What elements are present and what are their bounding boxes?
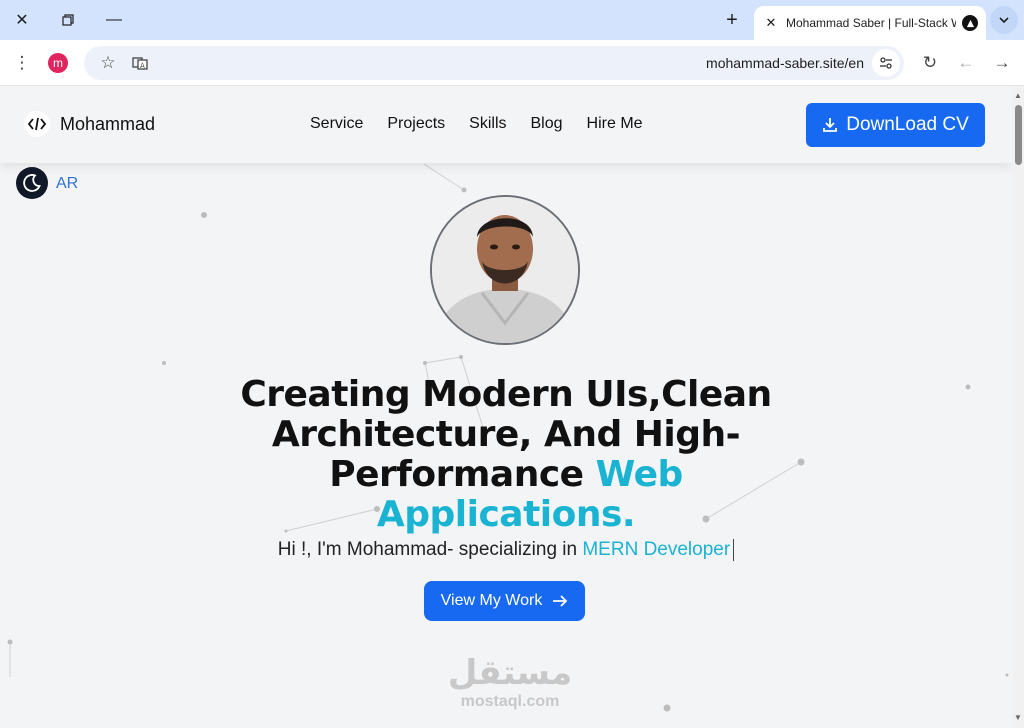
page-scrollbar[interactable]: ▲ ▼ bbox=[1012, 87, 1024, 728]
back-arrow-icon[interactable]: ← bbox=[952, 49, 980, 77]
view-my-work-button[interactable]: View My Work bbox=[424, 581, 585, 621]
window-minimize-icon[interactable]: — bbox=[98, 6, 130, 34]
intro-text: Hi !, I'm Mohammad- specializing in bbox=[277, 539, 578, 561]
site-navbar: Mohammad Service Projects Skills Blog Hi… bbox=[0, 87, 1012, 163]
nav-item-blog[interactable]: Blog bbox=[531, 115, 563, 133]
scroll-down-icon[interactable]: ▼ bbox=[1014, 713, 1022, 722]
reload-icon[interactable]: ↻ bbox=[916, 49, 944, 77]
translate-icon[interactable]: A bbox=[126, 49, 154, 77]
watermark-arabic: مستقل bbox=[447, 653, 573, 693]
profile-avatar[interactable]: m bbox=[48, 53, 68, 73]
profile-photo bbox=[430, 195, 580, 345]
address-bar[interactable]: ☆ A mohammad-saber.site/en bbox=[84, 46, 904, 80]
brand-name: Mohammad bbox=[60, 113, 156, 134]
hero-intro: Hi !, I'm Mohammad- specializing in MERN… bbox=[150, 539, 862, 561]
typing-caret bbox=[733, 539, 735, 561]
download-cv-button[interactable]: DownLoad CV bbox=[806, 103, 985, 147]
nav-links: Service Projects Skills Blog Hire Me bbox=[310, 115, 643, 133]
nav-item-skills[interactable]: Skills bbox=[469, 115, 506, 133]
tab-search-chevron-icon[interactable] bbox=[990, 6, 1018, 34]
code-icon bbox=[24, 111, 50, 137]
window-close-icon[interactable]: ✕ bbox=[6, 6, 38, 34]
theme-toggle[interactable] bbox=[16, 167, 48, 199]
scroll-up-icon[interactable]: ▲ bbox=[1014, 91, 1022, 100]
url-text[interactable]: mohammad-saber.site/en bbox=[706, 55, 864, 71]
menu-kebab-icon[interactable]: ⋮ bbox=[8, 49, 36, 77]
active-tab[interactable]: ✕ Mohammad Saber | Full-Stack Web bbox=[754, 6, 986, 40]
nav-item-hire-me[interactable]: Hire Me bbox=[587, 115, 643, 133]
view-my-work-label: View My Work bbox=[440, 592, 543, 609]
svg-text:A: A bbox=[140, 62, 145, 70]
scroll-thumb[interactable] bbox=[1015, 105, 1022, 165]
nav-item-service[interactable]: Service bbox=[310, 115, 363, 133]
mostaql-watermark: مستقل mostaql.com bbox=[440, 653, 580, 711]
new-tab-icon[interactable]: + bbox=[720, 8, 744, 32]
forward-arrow-icon[interactable]: → bbox=[988, 49, 1016, 77]
brand[interactable]: Mohammad bbox=[24, 111, 155, 137]
hero-headline-text: Creating Modern UIs,Clean Architecture, … bbox=[240, 374, 772, 495]
download-cv-label: DownLoad CV bbox=[846, 114, 969, 135]
nav-item-projects[interactable]: Projects bbox=[387, 115, 445, 133]
language-toggle[interactable]: AR bbox=[56, 175, 78, 193]
tab-favicon-icon bbox=[962, 15, 978, 31]
tab-close-icon[interactable]: ✕ bbox=[762, 14, 780, 32]
site-settings-icon[interactable] bbox=[872, 49, 900, 77]
browser-tab-bar: ✕ — + ✕ Mohammad Saber | Full-Stack Web bbox=[0, 0, 1024, 40]
bookmark-star-icon[interactable]: ☆ bbox=[94, 49, 122, 77]
tab-title: Mohammad Saber | Full-Stack Web bbox=[786, 16, 956, 30]
watermark-latin: mostaql.com bbox=[460, 693, 560, 710]
intro-role: MERN Developer bbox=[582, 539, 731, 561]
browser-toolbar: ⋮ m ☆ A mohammad-saber.site/en ↻ ← → bbox=[0, 40, 1024, 86]
window-restore-icon[interactable] bbox=[52, 6, 84, 34]
arrow-right-icon bbox=[553, 595, 568, 607]
hero-headline: Creating Modern UIs,Clean Architecture, … bbox=[206, 375, 806, 535]
page-viewport: Mohammad Service Projects Skills Blog Hi… bbox=[0, 87, 1012, 728]
moon-icon bbox=[23, 174, 41, 192]
download-icon bbox=[823, 118, 838, 132]
